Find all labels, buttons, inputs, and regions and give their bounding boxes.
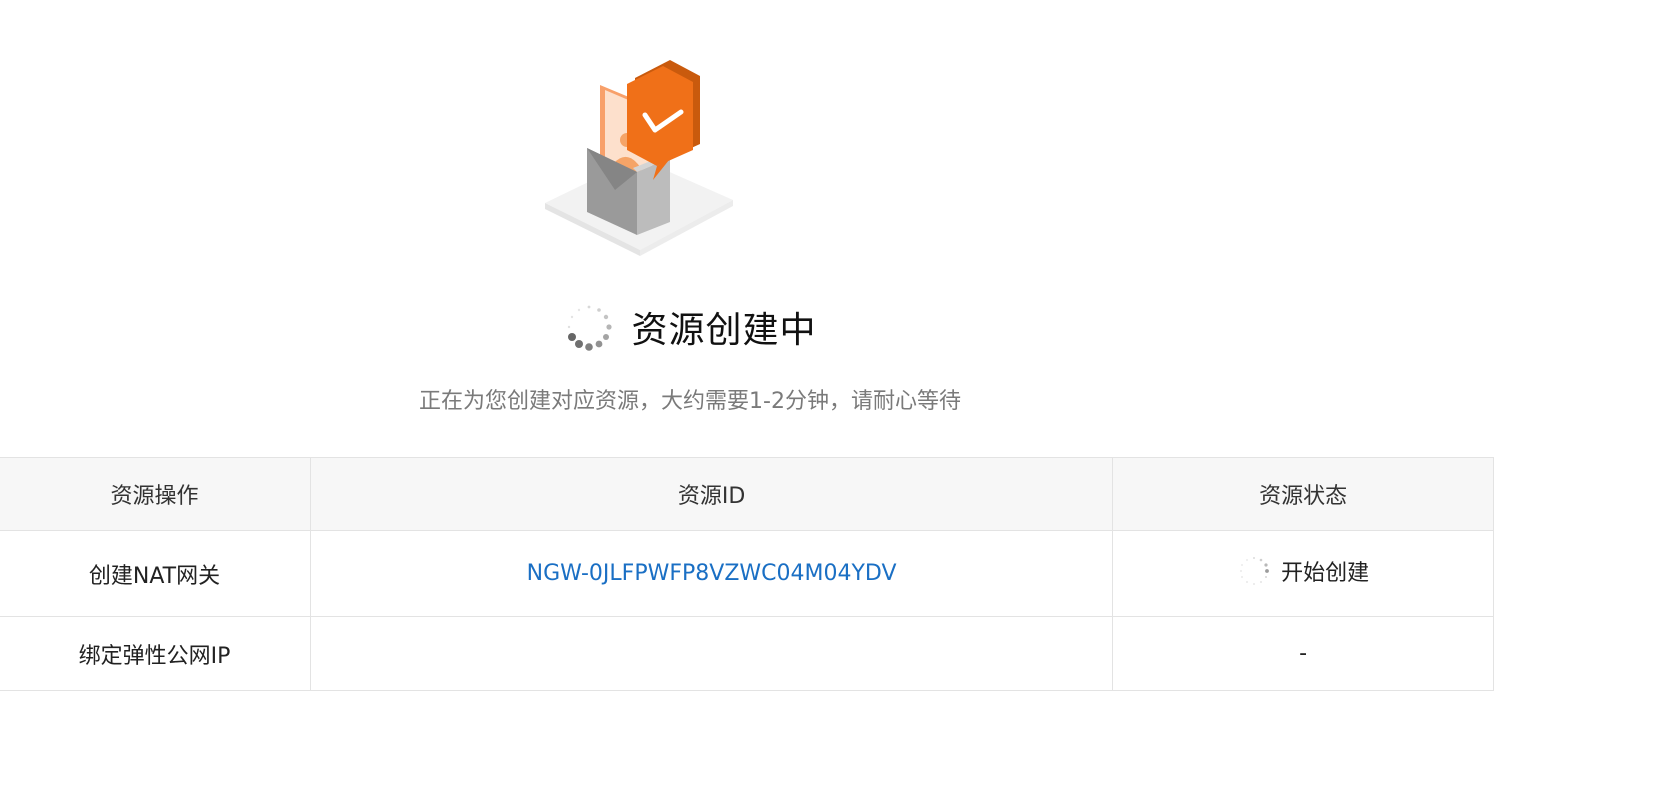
page-title: 资源创建中 <box>631 310 817 351</box>
row-operation: 创建NAT网关 <box>0 530 311 617</box>
loading-spinner-icon <box>568 305 613 351</box>
loading-spinner-icon <box>1240 556 1269 585</box>
status-title-row: 资源创建中 <box>0 302 1380 352</box>
status-indicator: 开始创建 <box>1237 554 1369 588</box>
resource-creation-page: 资源创建中 正在为您创建对应资源，大约需要1-2分钟，请耐心等待 资源操作 资源… <box>0 0 1670 811</box>
status-subtitle: 正在为您创建对应资源，大约需要1-2分钟，请耐心等待 <box>419 389 961 414</box>
resource-id-link[interactable]: NGW-0JLFPWFP8VZWC04M04YDV <box>527 561 897 586</box>
row-resource-id <box>309 616 1114 691</box>
row-status-cell: 开始创建 <box>1112 530 1494 617</box>
header-resource-status: 资源状态 <box>1112 457 1494 531</box>
resource-creating-illustration <box>545 60 733 256</box>
table-row: 创建NAT网关 NGW-0JLFPWFP8VZWC04M04YDV 开始创建 <box>0 530 1494 617</box>
row-operation: 绑定弹性公网IP <box>0 616 311 691</box>
row-status-text: 开始创建 <box>1281 560 1370 586</box>
table-row: 绑定弹性公网IP - <box>0 616 1494 691</box>
row-resource-id-cell: NGW-0JLFPWFP8VZWC04M04YDV <box>309 530 1114 617</box>
resource-table: 资源操作 资源ID 资源状态 创建NAT网关 NGW-0JLFPWFP8VZWC… <box>0 457 1494 691</box>
header-operation: 资源操作 <box>0 457 311 531</box>
table-header-row: 资源操作 资源ID 资源状态 <box>0 457 1494 531</box>
header-resource-id: 资源ID <box>309 457 1114 531</box>
row-status-text: - <box>1112 616 1494 691</box>
